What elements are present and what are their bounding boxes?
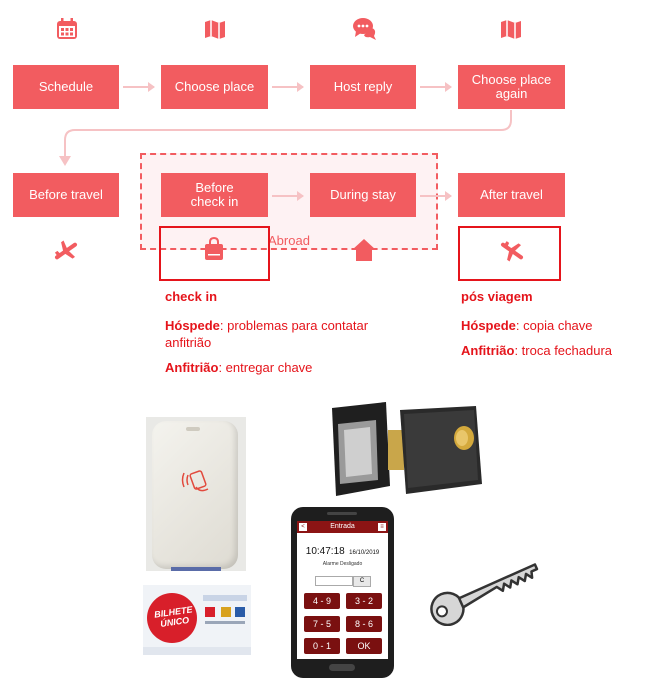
step-label: Choose place xyxy=(174,79,255,94)
keypad-button[interactable]: 7 - 5 xyxy=(304,616,340,632)
key-icon xyxy=(421,554,549,631)
keypad-button[interactable]: 4 - 9 xyxy=(304,593,340,609)
door-lock-photo xyxy=(326,400,486,502)
abroad-label: Abroad xyxy=(268,233,310,248)
phone-clear-button[interactable]: C xyxy=(353,576,371,587)
phone-back-button[interactable]: < xyxy=(299,523,307,531)
step-schedule: Schedule xyxy=(13,65,119,109)
rfid-reader-photo xyxy=(146,417,246,571)
after-travel-title: pós viagem xyxy=(461,289,533,304)
step-label: Host reply xyxy=(333,79,393,94)
step-choose-place: Choose place xyxy=(161,65,268,109)
after-host-note: Anfitrião: troca fechadura xyxy=(461,343,613,358)
arrow-connector xyxy=(123,82,155,92)
phone-header-bar: < Entrada ≡ xyxy=(297,521,388,533)
phone-header-title: Entrada xyxy=(330,523,355,530)
keypad-button[interactable]: 0 - 1 xyxy=(304,638,340,654)
arrow-connector xyxy=(420,191,452,201)
step-label: Schedule xyxy=(38,79,94,94)
step-during-stay: During stay xyxy=(310,173,416,217)
after-guest-note: Hóspede: copia chave xyxy=(461,318,593,333)
checkin-highlight-box xyxy=(159,226,270,281)
calendar-icon xyxy=(55,17,79,46)
map-icon xyxy=(203,17,227,46)
keypad-button[interactable]: 8 - 6 xyxy=(346,616,382,632)
map-icon xyxy=(499,17,523,46)
step-label: Before check in xyxy=(190,180,239,209)
phone-home-button[interactable] xyxy=(329,664,355,671)
checkin-title: check in xyxy=(165,289,218,304)
step-host-reply: Host reply xyxy=(310,65,416,109)
step-before-check-in: Before check in xyxy=(161,173,268,217)
step-label: Choose place again xyxy=(471,72,552,101)
phone-screen: < Entrada ≡ 10:47:18 16/10/2019 Alarme D… xyxy=(297,521,388,659)
home-icon xyxy=(351,238,377,267)
arrow-connector xyxy=(420,82,452,92)
bilhete-unico-card: BILHETE ÚNICO xyxy=(143,585,251,655)
keypad-button[interactable]: OK xyxy=(346,638,382,654)
smartphone-photo: < Entrada ≡ 10:47:18 16/10/2019 Alarme D… xyxy=(291,507,394,678)
phone-time: 10:47:18 xyxy=(305,546,345,557)
after-travel-notes: pós viagem Hóspede: copia chave Anfitriã… xyxy=(461,288,646,359)
checkin-guest-note: Hóspede: problemas para contatar anfitri… xyxy=(165,318,369,350)
airplane-takeoff-icon xyxy=(53,238,79,269)
step-label: Before travel xyxy=(29,187,103,202)
phone-date: 16/10/2019 xyxy=(349,550,380,556)
phone-input-field[interactable] xyxy=(315,576,353,586)
step-label: During stay xyxy=(330,187,396,202)
checkin-host-note: Anfitrião: entregar chave xyxy=(165,360,313,375)
step-after-travel: After travel xyxy=(458,173,565,217)
step-label: After travel xyxy=(480,187,543,202)
keypad-button[interactable]: 3 - 2 xyxy=(346,593,382,609)
chat-icon xyxy=(352,16,378,47)
after-travel-highlight-box xyxy=(458,226,561,281)
arrow-connector xyxy=(272,191,304,201)
checkin-notes: check in Hóspede: problemas para contata… xyxy=(165,288,375,376)
step-before-travel: Before travel xyxy=(13,173,119,217)
phone-status: Alarme Desligado xyxy=(322,561,363,567)
phone-menu-button[interactable]: ≡ xyxy=(378,523,386,531)
arrow-connector xyxy=(272,82,304,92)
nfc-icon xyxy=(181,470,209,492)
step-choose-place-again: Choose place again xyxy=(458,65,565,109)
